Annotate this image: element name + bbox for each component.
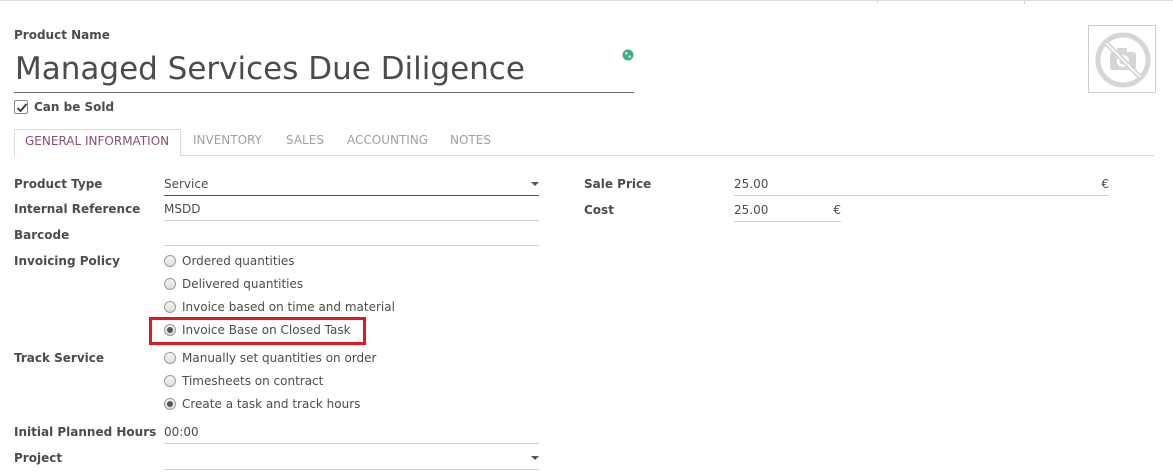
cost-input[interactable]: 25.00 €	[734, 201, 841, 222]
radio-label: Manually set quantities on order	[182, 351, 377, 365]
top-divider	[1024, 1, 1025, 4]
radio-label: Timesheets on contract	[182, 374, 324, 388]
barcode-label: Barcode	[14, 228, 70, 242]
cost-value: 25.00	[734, 203, 769, 217]
chevron-down-icon	[531, 182, 539, 186]
highlight-box	[149, 317, 366, 345]
can-be-sold-checkbox[interactable]	[14, 100, 28, 114]
checkmark-icon	[16, 103, 28, 113]
product-name-input[interactable]: Managed Services Due Diligence	[14, 49, 634, 93]
can-be-sold-label: Can be Sold	[34, 100, 115, 114]
tab-general-information[interactable]: GENERAL INFORMATION	[14, 129, 181, 157]
radio-button[interactable]	[164, 278, 176, 290]
track-service-label: Track Service	[14, 351, 105, 365]
globe-icon[interactable]	[622, 46, 634, 61]
product-name-label: Product Name	[14, 28, 110, 42]
internal-reference-label: Internal Reference	[14, 202, 141, 216]
product-type-select[interactable]: Service	[164, 175, 539, 196]
project-select[interactable]	[164, 449, 539, 470]
radio-button[interactable]	[164, 301, 176, 313]
product-image[interactable]	[1088, 25, 1156, 93]
barcode-input[interactable]	[164, 225, 539, 246]
chevron-down-icon	[531, 456, 539, 460]
product-type-value: Service	[164, 177, 209, 191]
project-label: Project	[14, 451, 63, 465]
no-camera-icon	[1095, 32, 1151, 88]
product-type-label: Product Type	[14, 177, 103, 191]
tab-notes[interactable]: NOTES	[440, 129, 501, 156]
invoicing-policy-label: Invoicing Policy	[14, 254, 120, 268]
tab-accounting[interactable]: ACCOUNTING	[337, 129, 438, 156]
radio-label: Create a task and track hours	[182, 397, 361, 411]
cost-currency: €	[833, 203, 841, 217]
top-border	[0, 0, 1173, 4]
cost-label: Cost	[584, 203, 614, 217]
radio-button-selected[interactable]	[164, 398, 176, 410]
sale-price-input[interactable]: 25.00 €	[734, 175, 1109, 196]
sale-price-label: Sale Price	[584, 177, 652, 191]
initial-planned-hours-label: Initial Planned Hours	[14, 425, 157, 439]
internal-reference-input[interactable]: MSDD	[164, 200, 539, 221]
sale-price-value: 25.00	[734, 177, 769, 191]
radio-label: Ordered quantities	[182, 254, 295, 268]
top-divider	[877, 1, 878, 4]
radio-label: Invoice based on time and material	[182, 300, 395, 314]
initial-planned-hours-input[interactable]: 00:00	[164, 423, 539, 444]
radio-button[interactable]	[164, 375, 176, 387]
tab-inventory[interactable]: INVENTORY	[183, 129, 272, 156]
tab-sales[interactable]: SALES	[276, 129, 334, 156]
sale-price-currency: €	[1101, 177, 1109, 191]
radio-button[interactable]	[164, 255, 176, 267]
radio-label: Delivered quantities	[182, 277, 304, 291]
notebook-tabs: GENERAL INFORMATION INVENTORY SALES ACCO…	[14, 129, 1154, 157]
radio-button[interactable]	[164, 352, 176, 364]
